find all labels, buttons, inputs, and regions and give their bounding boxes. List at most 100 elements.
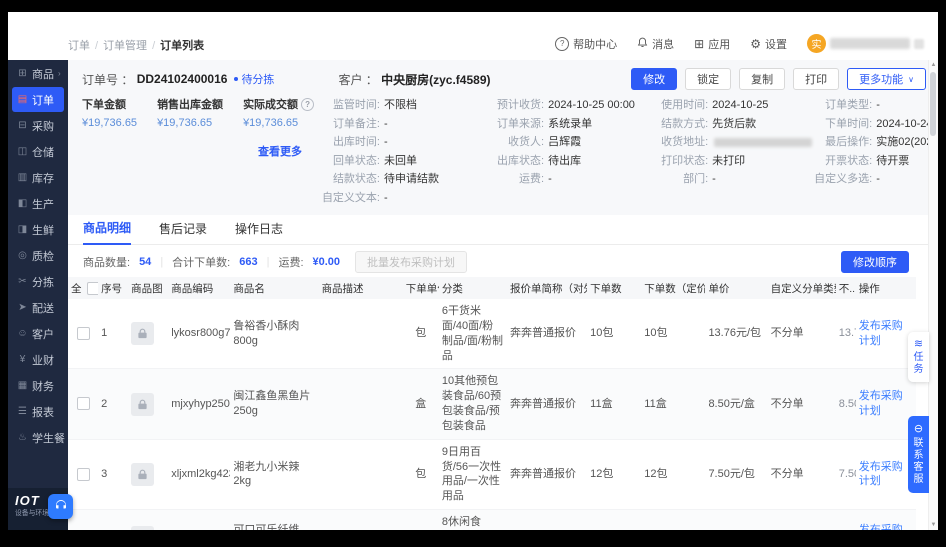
sidebar-item-label: 业财 [32, 354, 54, 367]
apps-button[interactable]: ⊞ 应用 [694, 36, 730, 52]
publish-purchase-plan-link[interactable]: 发布采购计划 [859, 461, 903, 488]
lock-button[interactable]: 锁定 [685, 68, 732, 90]
contact-service-floating-tab[interactable]: ⊖ 联系客服 [908, 416, 929, 493]
truncated-value: 8.50 [835, 368, 856, 440]
settings-button[interactable]: ⚙ 设置 [750, 36, 787, 52]
orders-icon: ▤ [17, 94, 28, 105]
scrollbar-thumb[interactable] [930, 72, 936, 136]
sidebar-item-财务[interactable]: ▦ 财务 [12, 373, 64, 398]
modify-button[interactable]: 修改 [631, 68, 678, 90]
batch-publish-purchase-plan-button[interactable]: 批量发布采购计划 [355, 250, 468, 273]
sidebar-item-分拣[interactable]: ✂ 分拣 [12, 269, 64, 294]
breadcrumb-order-management[interactable]: 订单管理 [103, 40, 147, 52]
copy-button[interactable]: 复制 [739, 68, 786, 90]
user-account[interactable]: 实 [807, 34, 924, 53]
publish-purchase-plan-link[interactable]: 发布采购计划 [859, 390, 903, 417]
info-label: 结款状态: [332, 173, 380, 185]
logo-mark [24, 45, 32, 53]
goods-icon: ⊞ [18, 68, 27, 79]
user-name-redacted [830, 38, 910, 49]
tab-after-sales[interactable]: 售后记录 [159, 220, 207, 244]
publish-purchase-plan-link[interactable]: 发布采购计划 [859, 524, 903, 530]
sidebar-item-订单[interactable]: ▤ 订单 [12, 87, 64, 112]
product-name: 闽江鑫鱼黑鱼片250g [230, 368, 319, 440]
order-qty: 10包 [587, 299, 642, 370]
lock-icon [138, 328, 147, 339]
order-info-column: 预计收货: 2024-10-25 00:00 订单来源: 系统录单 收货人: 吕… [484, 96, 648, 207]
freight-value: ¥0.00 [312, 255, 341, 268]
avatar[interactable]: 实 [807, 34, 826, 53]
info-label: 使用时间: [661, 99, 709, 111]
tab-product-details[interactable]: 商品明细 [83, 219, 132, 245]
sidebar-item-label: 客户 [32, 328, 54, 341]
logo-mark [14, 45, 22, 53]
sidebar-item-生产[interactable]: ◧ 生产 [12, 191, 64, 216]
row-checkbox[interactable] [76, 326, 90, 340]
info-value: 2024-10-25 [712, 99, 769, 111]
freight-label: 运费: [278, 256, 304, 269]
info-label: 最后操作: [825, 136, 873, 148]
question-circle-icon[interactable]: ? [301, 97, 315, 111]
sidebar-item-报表[interactable]: ☰ 报表 [12, 399, 64, 424]
sidebar-items: ⊞ 商品 › ▤ 订单 ⊟ 采购 ◫ 仓储 ▥ 库存 ◧ 生产 ◨ 生鲜 ◎ 质… [8, 61, 68, 450]
customer-service-chat-button[interactable] [48, 494, 73, 519]
header-quote-name: 报价单简称（对外） [506, 277, 588, 299]
order-items-body: 1 lykosr800g7776 鲁裕香小酥肉800g 包 6干货米面/40面/… [68, 299, 916, 530]
order-amounts: 下单金额 ¥19,736.65 销售出库金额 ¥19,736.65 实际成交额 … [82, 96, 320, 207]
tasks-floating-tab[interactable]: ≋ 任务 [908, 332, 929, 382]
sidebar-item-label: 订单 [32, 94, 54, 107]
main-content: 订单号 ： DD24102400016 待分拣 客户 ： 中央厨房(zyc.f4… [68, 60, 938, 530]
messages-button[interactable]: 消息 [637, 36, 674, 52]
sidebar-item-生鲜[interactable]: ◨ 生鲜 [12, 217, 64, 242]
scroll-up-arrow-icon[interactable]: ▲ [929, 62, 938, 68]
help-center-button[interactable]: ? 帮助中心 [555, 36, 617, 52]
contact-service-label: 联系客服 [913, 438, 924, 485]
customer-block: 客户 ： 中央厨房(zyc.f4589) [338, 71, 490, 88]
tab-operation-log[interactable]: 操作日志 [235, 220, 283, 244]
select-all-checkbox[interactable] [86, 282, 99, 296]
product-image-placeholder[interactable] [131, 322, 155, 346]
order-items-table: 全 序号 商品图 商品编码 商品名 商品描述 下单单位 分类 报价单简称（对外）… [68, 277, 929, 530]
sidebar-item-学生餐[interactable]: ♨ 学生餐 [12, 425, 65, 450]
row-checkbox[interactable] [76, 397, 90, 411]
logo-mark [34, 45, 42, 53]
row-index: 1 [98, 299, 129, 370]
student-meal-icon: ♨ [18, 432, 27, 443]
header-order-unit: 下单单位 [402, 277, 439, 299]
vertical-scrollbar[interactable]: ▲ ▼ [928, 60, 938, 530]
info-value: 先货后款 [712, 117, 757, 130]
view-more-link[interactable]: 查看更多 [82, 143, 320, 159]
table-row: 4 C12220918 可口可乐纤维+无糖汽水500ml 瓶 8休闲食品/54冲… [68, 509, 916, 530]
product-name: 湘老九小米辣2kg [230, 439, 319, 511]
publish-purchase-plan-link[interactable]: 发布采购计划 [859, 320, 903, 347]
product-image-placeholder[interactable] [131, 525, 155, 530]
order-info-row: 收货人: 吕辉霞 [484, 133, 648, 152]
sidebar-item-仓储[interactable]: ◫ 仓储 [12, 139, 64, 164]
sidebar-item-库存[interactable]: ▥ 库存 [12, 165, 64, 190]
sidebar-item-客户[interactable]: ☺ 客户 [12, 321, 64, 346]
settings-label: 设置 [765, 38, 787, 51]
product-image-placeholder[interactable] [131, 392, 155, 416]
product-image-placeholder[interactable] [131, 462, 155, 486]
breadcrumb-order-list: 订单列表 [160, 40, 205, 52]
truncated-value: 7.50 [835, 439, 856, 511]
sidebar-item-质检[interactable]: ◎ 质检 [12, 243, 64, 268]
scroll-down-arrow-icon[interactable]: ▼ [929, 522, 938, 528]
sidebar-item-商品[interactable]: ⊞ 商品 › [12, 61, 64, 86]
modify-sequence-button[interactable]: 修改顺序 [841, 250, 909, 273]
table-row: 2 mjxyhyp250g9196 闽江鑫鱼黑鱼片250g 盒 10其他预包装食… [68, 368, 916, 440]
actual-amount-value: ¥19,736.65 [243, 117, 299, 129]
order-info-row: 收货地址: [648, 133, 813, 152]
sidebar-item-业财[interactable]: ¥ 业财 [12, 347, 64, 372]
sidebar-item-配送[interactable]: ➤ 配送 [12, 295, 64, 320]
help-center-label: 帮助中心 [573, 38, 618, 51]
items-summary-bar: 商品数量: 54 | 合计下单数: 663 | 运费: ¥0.00 批量发布采购… [68, 245, 938, 278]
order-unit: 盒 [402, 368, 439, 440]
order-info-column: 订单类型: - 下单时间: 2024-10-24 15:46 最后操作: 实施0… [812, 96, 938, 207]
row-checkbox[interactable] [76, 467, 90, 481]
chevron-right-icon: › [58, 69, 61, 78]
print-button[interactable]: 打印 [793, 68, 840, 90]
breadcrumb-orders[interactable]: 订单 [68, 40, 90, 52]
more-functions-button[interactable]: 更多功能 ∨ [847, 68, 926, 90]
sidebar-item-采购[interactable]: ⊟ 采购 [12, 113, 64, 138]
